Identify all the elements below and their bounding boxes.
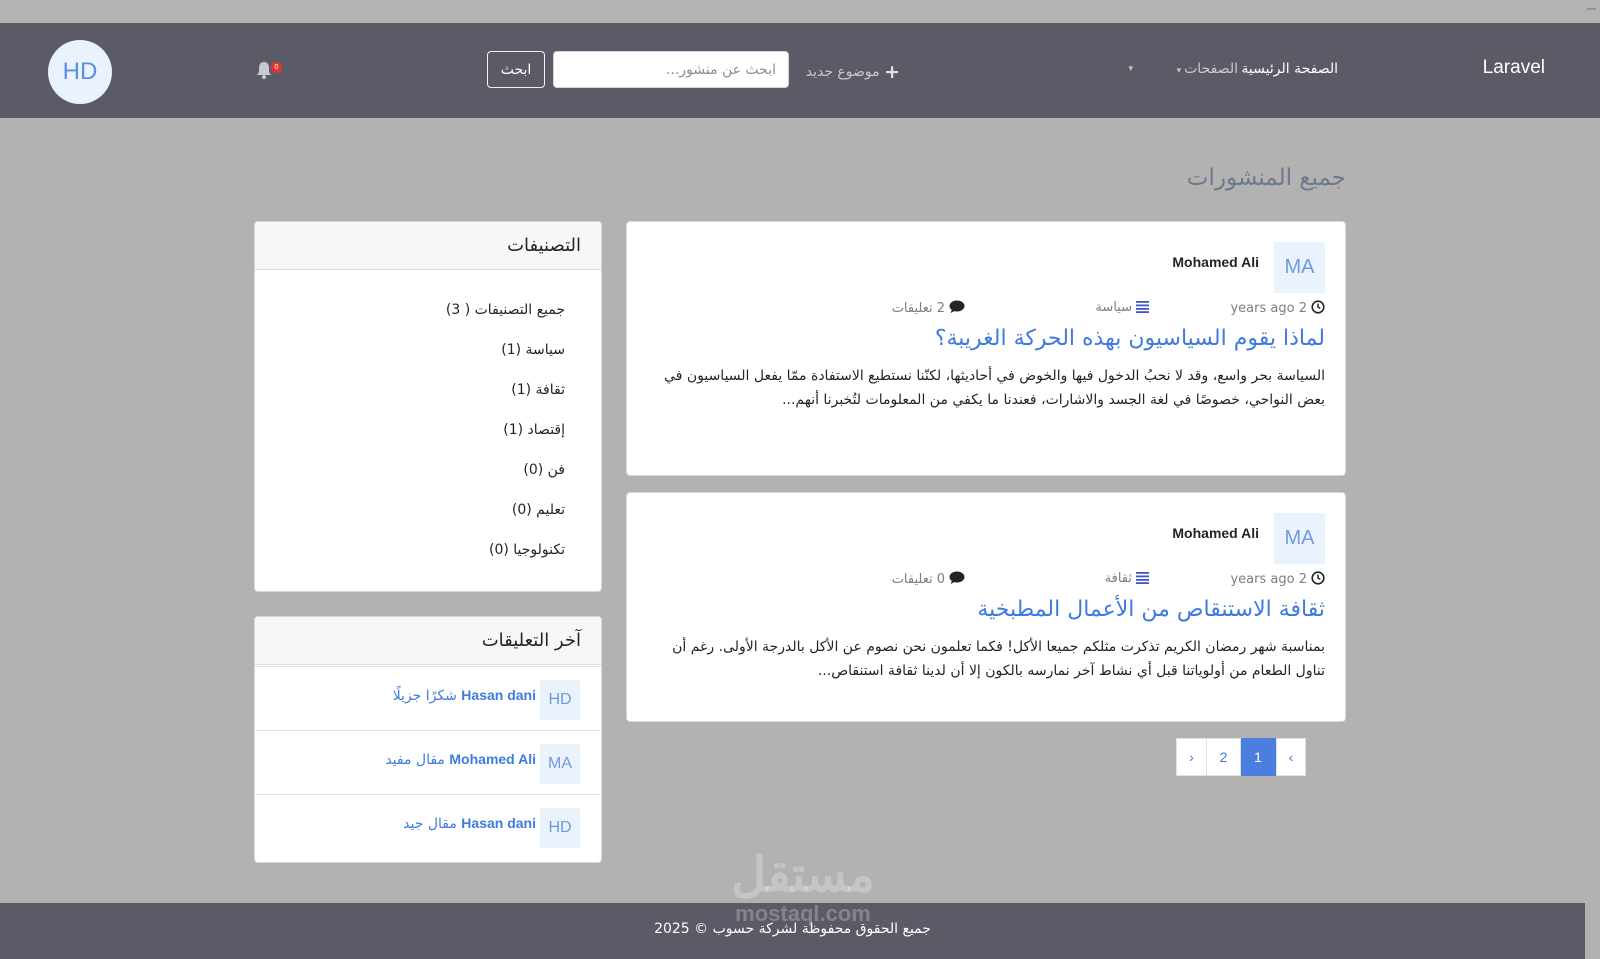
post-comments-count: 2 تعليقات [892, 300, 965, 316]
nav-home-link[interactable]: الصفحة الرئيسية [1241, 61, 1338, 77]
latest-comments-panel: آخر التعليقات HD Hasan dani شكرًا جزيلًا… [254, 616, 602, 863]
dropdown-caret-icon[interactable]: ▾ [1128, 64, 1133, 74]
post-time-text: 2 years ago [1230, 301, 1307, 316]
post-author[interactable]: Mohamed Ali [1172, 525, 1259, 541]
categories-header: التصنيفات [255, 222, 601, 270]
comment-item[interactable]: HD Hasan dani مقال جيد [256, 794, 600, 858]
post-card: MA Mohamed Ali 2 years ago ثقافة 0 تعليق… [626, 492, 1346, 722]
nav-pages-dropdown[interactable]: الصفحات▾ [1177, 61, 1238, 77]
brand-logo[interactable]: Laravel [1483, 57, 1545, 79]
author-avatar: MA [1274, 242, 1325, 293]
clock-icon [1311, 300, 1325, 314]
post-category[interactable]: ثقافة [1105, 571, 1149, 586]
comment-item[interactable]: HD Hasan dani شكرًا جزيلًا [256, 666, 600, 730]
post-time: 2 years ago [1230, 300, 1325, 316]
commenter-name: Mohamed Ali [449, 751, 536, 767]
post-excerpt: بمناسبة شهر رمضان الكريم تذكرت مثلكم جمي… [672, 639, 1325, 679]
commenter-avatar: HD [540, 680, 580, 720]
post-category-text: سياسة [1095, 300, 1132, 315]
post-title-link[interactable]: ثقافة الاستنقاص من الأعمال المطبخية [977, 597, 1325, 622]
latest-comments-title: آخر التعليقات [481, 630, 581, 651]
plus-icon: + [884, 61, 900, 83]
category-item-politics[interactable]: سياسة (1) [501, 342, 565, 358]
clock-icon [1311, 571, 1325, 585]
comment-body: مقال مفيد [385, 752, 445, 768]
categories-panel: التصنيفات جميع التصنيفات ( 3) سياسة (1) … [254, 221, 602, 592]
post-comments-count: 0 تعليقات [892, 571, 965, 587]
list-icon [1136, 301, 1149, 313]
post-time: 2 years ago [1230, 571, 1325, 587]
search-button[interactable]: ابحث [487, 51, 545, 88]
resize-mark: ꟷ [1587, 3, 1596, 16]
comment-icon [949, 571, 965, 584]
post-category[interactable]: سياسة [1095, 300, 1149, 315]
post-category-text: ثقافة [1104, 571, 1132, 586]
comment-text[interactable]: Hasan dani شكرًا جزيلًا [393, 687, 536, 704]
pagination-prev[interactable]: ‹ [1276, 738, 1306, 776]
post-card: MA Mohamed Ali 2 years ago سياسة 2 تعليق… [626, 221, 1346, 476]
pagination-page-2[interactable]: 2 [1206, 738, 1241, 776]
category-item-education[interactable]: تعليم (0) [512, 502, 565, 518]
category-item-technology[interactable]: تكنولوجيا (0) [489, 542, 565, 558]
comment-body: مقال جيد [403, 816, 457, 832]
new-post-label: موضوع جديد [805, 64, 880, 80]
post-comments-text: 0 تعليقات [891, 572, 945, 587]
latest-comments-header: آخر التعليقات [255, 617, 601, 665]
list-icon [1136, 572, 1149, 584]
post-time-text: 2 years ago [1230, 572, 1307, 587]
user-avatar[interactable]: HD [48, 40, 112, 104]
post-excerpt: السياسة بحر واسع، وقد لا نحبُ الدخول فيه… [664, 368, 1325, 408]
watermark-english: mostaql.com [735, 901, 871, 926]
post-title-link[interactable]: لماذا يقوم السياسيون بهذه الحركة الغريبة… [935, 326, 1325, 351]
category-item-culture[interactable]: ثقافة (1) [511, 382, 565, 398]
new-post-link[interactable]: + موضوع جديد [806, 61, 900, 83]
commenter-name: Hasan dani [461, 815, 536, 831]
comment-body: شكرًا جزيلًا [392, 688, 457, 704]
category-item-all[interactable]: جميع التصنيفات ( 3) [446, 302, 565, 318]
browser-top-strip: ꟷ [0, 0, 1600, 23]
navbar: Laravel الصفحة الرئيسية الصفحات▾ ▾ + موض… [0, 23, 1600, 118]
page-title: جميع المنشورات [1186, 165, 1346, 191]
comment-text[interactable]: Mohamed Ali مقال مفيد [385, 751, 536, 768]
categories-title: التصنيفات [507, 235, 581, 256]
category-item-art[interactable]: فن (0) [523, 462, 565, 478]
comment-text[interactable]: Hasan dani مقال جيد [403, 815, 536, 832]
post-comments-text: 2 تعليقات [891, 301, 945, 316]
comment-icon [949, 300, 965, 313]
caret-down-icon: ▾ [1176, 66, 1182, 76]
nav-pages-label: الصفحات [1184, 61, 1238, 77]
commenter-avatar: HD [540, 808, 580, 848]
notification-badge: 0 [271, 62, 282, 73]
comment-item[interactable]: MA Mohamed Ali مقال مفيد [256, 730, 600, 794]
author-avatar: MA [1274, 513, 1325, 564]
commenter-name: Hasan dani [461, 687, 536, 703]
watermark-logo: مستقل mostaql.com [703, 850, 903, 926]
commenter-avatar: MA [540, 744, 580, 784]
watermark-arabic: مستقل [731, 849, 875, 902]
pagination-next[interactable]: › [1176, 738, 1207, 776]
pagination-page-1[interactable]: 1 [1240, 738, 1276, 776]
post-author[interactable]: Mohamed Ali [1172, 254, 1259, 270]
category-item-economy[interactable]: إقتصاد (1) [503, 422, 565, 438]
search-input[interactable] [553, 51, 789, 88]
